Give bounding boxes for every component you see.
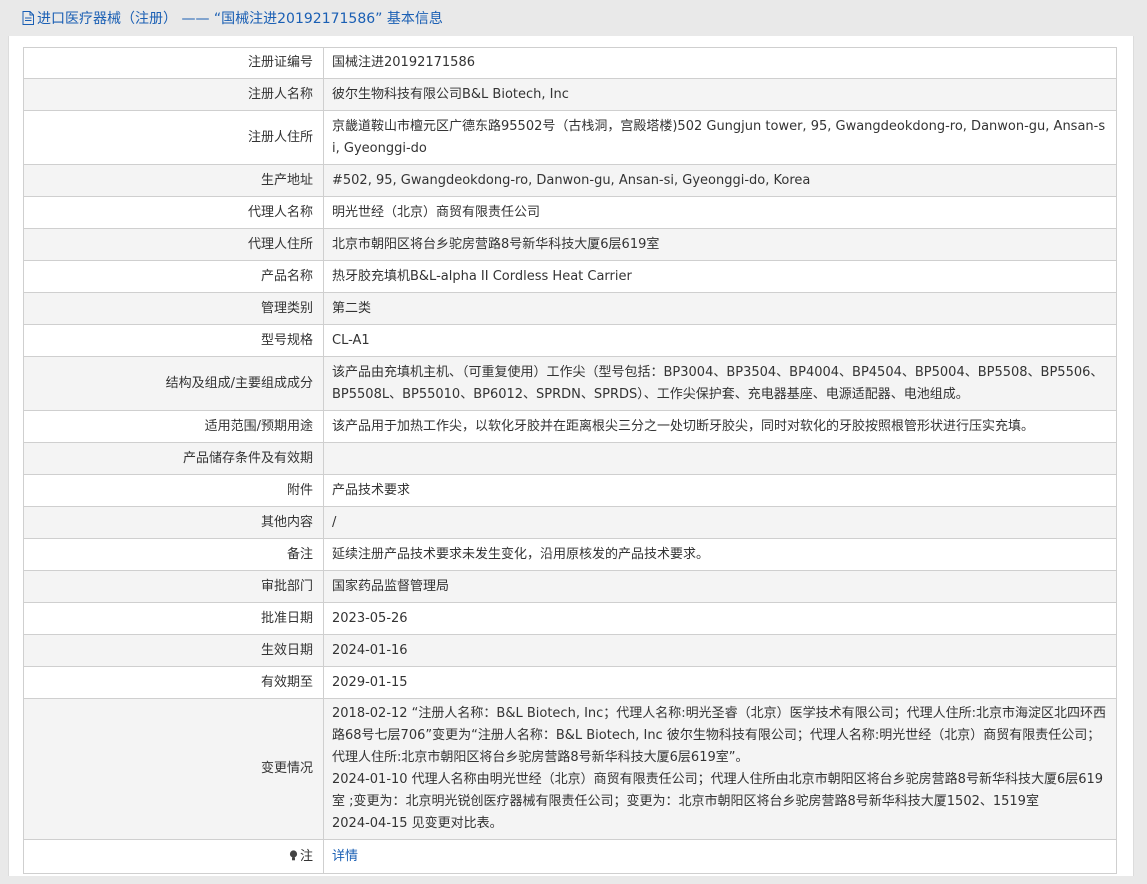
change-entry: 2024-04-15 见变更对比表。 xyxy=(332,816,503,831)
table-row: 管理类别 第二类 xyxy=(23,292,1117,325)
table-row: 注册人名称 彼尔生物科技有限公司B&L Biotech, Inc xyxy=(23,78,1117,111)
field-label: 管理类别 xyxy=(23,292,324,325)
table-row: 有效期至 2029-01-15 xyxy=(23,666,1117,699)
field-value: 延续注册产品技术要求未发生变化，沿用原核发的产品技术要求。 xyxy=(323,538,1117,571)
field-value: 第二类 xyxy=(323,292,1117,325)
table-row: 注册证编号 国械注进20192171586 xyxy=(23,47,1117,79)
field-label: 生产地址 xyxy=(23,164,324,197)
field-label: 产品储存条件及有效期 xyxy=(23,442,324,475)
change-entry: 2024-01-10 代理人名称由明光世经（北京）商贸有限责任公司；代理人住所由… xyxy=(332,772,1104,809)
info-table-body: 注册证编号 国械注进20192171586 注册人名称 彼尔生物科技有限公司B&L B… xyxy=(23,47,1117,874)
info-panel: 注册证编号 国械注进20192171586 注册人名称 彼尔生物科技有限公司B&L B… xyxy=(8,36,1134,876)
field-value: 京畿道鞍山市檀元区广德东路95502号（古栈洞，宫殿塔楼)502 Gungjun… xyxy=(323,110,1117,165)
field-label: 审批部门 xyxy=(23,570,324,603)
document-icon xyxy=(22,11,34,25)
field-value: 国家药品监督管理局 xyxy=(323,570,1117,603)
field-label: 型号规格 xyxy=(23,324,324,357)
field-label: 注册人住所 xyxy=(23,110,324,165)
note-label-cell: 注 xyxy=(23,839,324,874)
note-label: 注 xyxy=(299,848,313,864)
table-row: 备注 延续注册产品技术要求未发生变化，沿用原核发的产品技术要求。 xyxy=(23,538,1117,571)
table-row: 结构及组成/主要组成成分 该产品由充填机主机、（可重复使用）工作尖（型号包括：BP… xyxy=(23,356,1117,411)
field-label: 批准日期 xyxy=(23,602,324,635)
field-value: 2024-01-16 xyxy=(323,634,1117,667)
field-label: 其他内容 xyxy=(23,506,324,539)
field-value: 2029-01-15 xyxy=(323,666,1117,699)
field-label: 生效日期 xyxy=(23,634,324,667)
field-value: #502, 95, Gwangdeokdong-ro, Danwon-gu, A… xyxy=(323,164,1117,197)
field-value: 国械注进20192171586 xyxy=(323,47,1117,79)
field-value: 2023-05-26 xyxy=(323,602,1117,635)
table-row: 注册人住所 京畿道鞍山市檀元区广德东路95502号（古栈洞，宫殿塔楼)502 Gu… xyxy=(23,110,1117,165)
page: 进口医疗器械（注册） —— “国械注进20192171586” 基本信息 注册证… xyxy=(0,0,1147,884)
field-value: / xyxy=(323,506,1117,539)
table-row: 附件 产品技术要求 xyxy=(23,474,1117,507)
table-row: 生产地址 #502, 95, Gwangdeokdong-ro, Danwon-g… xyxy=(23,164,1117,197)
field-label: 备注 xyxy=(23,538,324,571)
table-row: 适用范围/预期用途 该产品用于加热工作尖，以软化牙胶并在距离根尖三分之一处切断牙胶… xyxy=(23,410,1117,443)
field-label: 结构及组成/主要组成成分 xyxy=(23,356,324,411)
info-table: 注册证编号 国械注进20192171586 注册人名称 彼尔生物科技有限公司B&L B… xyxy=(23,47,1117,874)
field-value xyxy=(323,442,1117,475)
field-label: 代理人住所 xyxy=(23,228,324,261)
field-value: 2018-02-12 “注册人名称：B&L Biotech, Inc；代理人名称… xyxy=(323,698,1117,840)
field-value: 产品技术要求 xyxy=(323,474,1117,507)
table-row: 批准日期 2023-05-26 xyxy=(23,602,1117,635)
table-row: 型号规格 CL-A1 xyxy=(23,324,1117,357)
field-value: CL-A1 xyxy=(323,324,1117,357)
field-label: 代理人名称 xyxy=(23,196,324,229)
table-row: 产品储存条件及有效期 xyxy=(23,442,1117,475)
field-label: 产品名称 xyxy=(23,260,324,293)
table-row: 生效日期 2024-01-16 xyxy=(23,634,1117,667)
table-row: 代理人名称 明光世经（北京）商贸有限责任公司 xyxy=(23,196,1117,229)
table-row: 其他内容 / xyxy=(23,506,1117,539)
table-row: 代理人住所 北京市朝阳区将台乡驼房营路8号新华科技大厦6层619室 xyxy=(23,228,1117,261)
note-value-cell: 详情 xyxy=(323,839,1117,874)
page-header: 进口医疗器械（注册） —— “国械注进20192171586” 基本信息 xyxy=(8,0,1132,36)
table-row-changes: 变更情况 2018-02-12 “注册人名称：B&L Biotech, Inc；代… xyxy=(23,698,1117,840)
table-row-note: 注 详情 xyxy=(23,839,1117,874)
field-value: 热牙胶充填机B&L-alpha II Cordless Heat Carrier xyxy=(323,260,1117,293)
field-value: 北京市朝阳区将台乡驼房营路8号新华科技大厦6层619室 xyxy=(323,228,1117,261)
field-value: 明光世经（北京）商贸有限责任公司 xyxy=(323,196,1117,229)
field-label: 附件 xyxy=(23,474,324,507)
field-label: 变更情况 xyxy=(23,698,324,840)
field-label: 适用范围/预期用途 xyxy=(23,410,324,443)
page-title: 进口医疗器械（注册） —— “国械注进20192171586” 基本信息 xyxy=(37,11,443,27)
change-entry: 2018-02-12 “注册人名称：B&L Biotech, Inc；代理人名称… xyxy=(332,706,1107,765)
field-label: 有效期至 xyxy=(23,666,324,699)
field-value: 该产品由充填机主机、（可重复使用）工作尖（型号包括：BP3004、BP3504、… xyxy=(323,356,1117,411)
field-value: 彼尔生物科技有限公司B&L Biotech, Inc xyxy=(323,78,1117,111)
details-link[interactable]: 详情 xyxy=(332,849,358,864)
field-label: 注册人名称 xyxy=(23,78,324,111)
table-row: 产品名称 热牙胶充填机B&L-alpha II Cordless Heat Car… xyxy=(23,260,1117,293)
field-value: 该产品用于加热工作尖，以软化牙胶并在距离根尖三分之一处切断牙胶尖，同时对软化的牙… xyxy=(323,410,1117,443)
table-row: 审批部门 国家药品监督管理局 xyxy=(23,570,1117,603)
lightbulb-icon xyxy=(289,847,298,860)
field-label: 注册证编号 xyxy=(23,47,324,79)
